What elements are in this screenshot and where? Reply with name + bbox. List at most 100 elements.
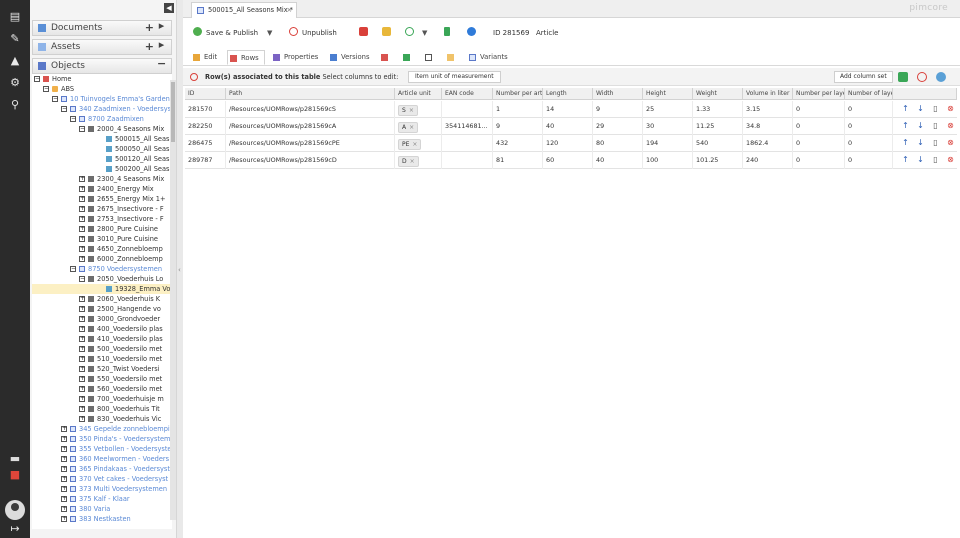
tab-tags[interactable]: [445, 50, 458, 65]
cell-number[interactable]: 9: [493, 118, 543, 135]
tree-item[interactable]: 500015_All Seas: [32, 134, 172, 144]
expand-icon[interactable]: +: [79, 376, 85, 382]
tree-item[interactable]: +830_Voederhuis Vic: [32, 414, 172, 424]
cell-volume[interactable]: 240: [743, 152, 793, 169]
expand-icon[interactable]: +: [79, 226, 85, 232]
add-icon[interactable]: +: [145, 40, 154, 54]
move-up-icon[interactable]: ↑: [901, 155, 910, 165]
tab-schedule[interactable]: [379, 50, 392, 65]
expand-icon[interactable]: +: [61, 466, 67, 472]
cell-length[interactable]: 40: [543, 118, 593, 135]
tree-item[interactable]: − ABS: [32, 84, 172, 94]
column-header[interactable]: Volume in liter: [743, 88, 793, 100]
tree-item[interactable]: +370 Vet cakes - Voedersyst: [32, 474, 172, 484]
tab-versions[interactable]: Versions: [328, 50, 370, 65]
tree-item[interactable]: +550_Voedersilo met: [32, 374, 172, 384]
cell-per-layer[interactable]: 0: [793, 152, 845, 169]
tree-item[interactable]: +800_Voederhuis Tit: [32, 404, 172, 414]
cell-layers[interactable]: 0: [845, 152, 893, 169]
tag-button[interactable]: [382, 26, 395, 40]
tree-item[interactable]: +380 Varia: [32, 504, 172, 514]
tree-item[interactable]: 500050_All Seas: [32, 144, 172, 154]
file-icon[interactable]: ▤: [8, 10, 22, 24]
collapse-icon[interactable]: −: [43, 86, 49, 92]
move-up-icon[interactable]: ↑: [901, 104, 910, 114]
tree-item[interactable]: +383 Nestkasten: [32, 514, 172, 524]
cell-weight[interactable]: 101.25: [693, 152, 743, 169]
cell-per-layer[interactable]: 0: [793, 135, 845, 152]
cell-ean[interactable]: 354114681...: [442, 118, 493, 135]
expand-icon[interactable]: +: [79, 206, 85, 212]
tree-item[interactable]: − 10 Tuinvogels Emma's Garden: [32, 94, 172, 104]
add-column-set-button[interactable]: Add column set: [834, 71, 893, 83]
tree-item[interactable]: +2753_Insectivore - F: [32, 214, 172, 224]
remove-tag-icon[interactable]: ×: [410, 158, 415, 165]
collapse-icon[interactable]: −: [79, 276, 85, 282]
tree-item[interactable]: +510_Voedersilo met: [32, 354, 172, 364]
tree-item[interactable]: +2400_Energy Mix: [32, 184, 172, 194]
expand-icon[interactable]: +: [79, 336, 85, 342]
cell-length[interactable]: 120: [543, 135, 593, 152]
cell-height[interactable]: 25: [643, 101, 693, 118]
tree-scrollbar[interactable]: [170, 80, 176, 520]
cell-path[interactable]: /Resources/UOMRows/p281569cS: [226, 101, 395, 118]
cell-weight[interactable]: 540: [693, 135, 743, 152]
tab-object[interactable]: 500015_All Seasons Mix * ×: [191, 2, 297, 18]
cell-unit[interactable]: D ×: [395, 152, 442, 169]
remove-tag-icon[interactable]: ×: [409, 124, 414, 131]
cell-layers[interactable]: 0: [845, 101, 893, 118]
cell-width[interactable]: 29: [593, 118, 643, 135]
tab-notes[interactable]: [423, 50, 436, 65]
wrench-icon[interactable]: ✎: [8, 32, 22, 46]
tree-item[interactable]: +2800_Pure Cuisine: [32, 224, 172, 234]
open-icon[interactable]: ▯: [931, 155, 940, 165]
tree-item[interactable]: +400_Voedersilo plas: [32, 324, 172, 334]
tree-item[interactable]: +345 Gepelde zonnebloempitt: [32, 424, 172, 434]
expand-icon[interactable]: +: [61, 476, 67, 482]
open-icon[interactable]: ▯: [931, 138, 940, 148]
expand-icon[interactable]: +: [79, 186, 85, 192]
expand-icon[interactable]: +: [79, 316, 85, 322]
tree-item[interactable]: +4650_Zonnebloemp: [32, 244, 172, 254]
accordion-documents[interactable]: Documents + ▸: [32, 20, 172, 36]
tree-item[interactable]: +375 Kalf - Klaar: [32, 494, 172, 504]
tree-item[interactable]: +520_Twist Voedersi: [32, 364, 172, 374]
logout-icon[interactable]: ↦: [8, 522, 22, 536]
cell-path[interactable]: /Resources/UOMRows/p281569cD: [226, 152, 395, 169]
cell-per-layer[interactable]: 0: [793, 101, 845, 118]
search-icon[interactable]: ⚲: [8, 98, 22, 112]
unpublish-button[interactable]: Unpublish: [289, 26, 337, 40]
tree-item[interactable]: − Home: [32, 74, 172, 84]
tree-item[interactable]: +2500_Hangende vo: [32, 304, 172, 314]
search-icon[interactable]: [936, 72, 946, 82]
tree-item[interactable]: − 340 Zaadmixen - Voedersys: [32, 104, 172, 114]
expand-icon[interactable]: ▸: [157, 39, 166, 50]
tree-item[interactable]: +560_Voedersilo met: [32, 384, 172, 394]
column-header[interactable]: Path: [226, 88, 395, 100]
cell-layers[interactable]: 0: [845, 118, 893, 135]
column-header[interactable]: Length: [543, 88, 593, 100]
expand-icon[interactable]: +: [79, 296, 85, 302]
tree-item[interactable]: +365 Pindakaas - Voedersyst: [32, 464, 172, 474]
cell-id[interactable]: 281570: [185, 101, 226, 118]
cell-length[interactable]: 14: [543, 101, 593, 118]
expand-icon[interactable]: +: [61, 486, 67, 492]
expand-icon[interactable]: +: [79, 366, 85, 372]
show-in-tree-button[interactable]: [444, 26, 454, 40]
cell-ean[interactable]: [442, 101, 493, 118]
column-header[interactable]: Weight: [693, 88, 743, 100]
tree-item[interactable]: 500200_All Seas: [32, 164, 172, 174]
expand-icon[interactable]: +: [61, 426, 67, 432]
tree-item[interactable]: +373 Multi Voedersystemen: [32, 484, 172, 494]
expand-icon[interactable]: ▸: [157, 20, 166, 31]
column-header[interactable]: EAN code: [442, 88, 493, 100]
cell-unit[interactable]: A ×: [395, 118, 442, 135]
cell-weight[interactable]: 1.33: [693, 101, 743, 118]
reload-dropdown-arrow[interactable]: ▼: [422, 26, 427, 40]
column-header[interactable]: Width: [593, 88, 643, 100]
gear-icon[interactable]: ⚙: [8, 76, 22, 90]
column-header[interactable]: Height: [643, 88, 693, 100]
expand-icon[interactable]: +: [61, 516, 67, 522]
tree-item[interactable]: 500120_All Seas: [32, 154, 172, 164]
tree-item[interactable]: 19328_Emma Vo: [32, 284, 172, 294]
